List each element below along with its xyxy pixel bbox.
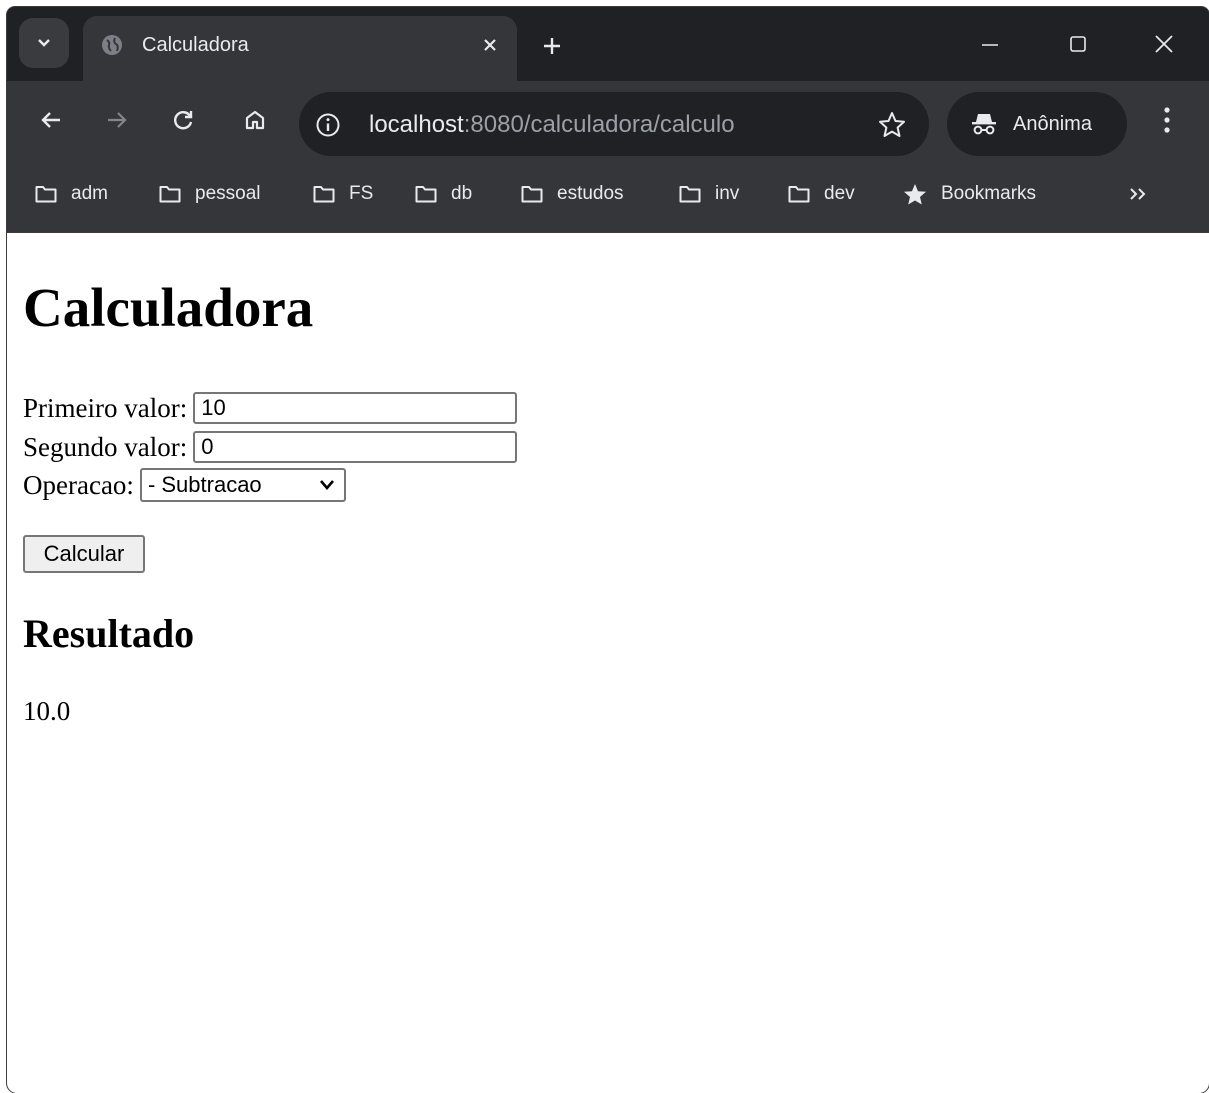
folder-icon [35,186,57,203]
bookmark-label: FS [349,183,374,204]
double-chevron-right-icon [1130,188,1146,200]
chevron-down-icon [38,39,50,47]
forward-button[interactable] [97,100,137,140]
page-content: Calculadora Primeiro valor: Segundo valo… [7,233,1209,1093]
bookmark-label: db [451,183,473,204]
browser-window: Calculadora localhost:8080/calculadora/c… [7,7,1209,1093]
globe-icon [102,35,122,55]
bookmarks-bar: adm pessoal FS db estudos inv dev Bookma… [7,159,1209,233]
reload-button[interactable] [163,100,203,140]
bookmark-folder-estudos[interactable]: estudos [521,181,624,207]
home-button[interactable] [235,100,275,140]
page-title: Calculadora [23,277,314,338]
maximize-button[interactable] [1055,27,1101,61]
bookmark-label: dev [824,183,855,204]
home-icon [245,110,265,130]
bookmark-folder-dev[interactable]: dev [788,181,855,207]
second-value-input[interactable] [193,431,518,463]
kebab-menu-icon [1164,107,1170,133]
folder-icon [159,186,181,203]
bookmark-label: inv [715,183,740,204]
incognito-profile-button[interactable]: Anônima [947,92,1127,156]
first-value-input[interactable] [193,392,518,424]
bookmark-folder-db[interactable]: db [415,181,472,207]
address-bar[interactable]: localhost:8080/calculadora/calculo [299,92,929,156]
bookmarks-overflow-button[interactable] [1125,181,1151,207]
first-value-row: Primeiro valor: [23,388,518,428]
bookmark-folder-pessoal[interactable]: pessoal [159,181,261,207]
operation-row: Operacao: - Subtracao [23,465,346,505]
back-button[interactable] [31,100,71,140]
folder-icon [679,186,701,203]
result-heading: Resultado [23,611,195,656]
operation-selected-value: - Subtracao [147,472,262,497]
close-icon [484,39,496,51]
first-value-label: Primeiro valor: [23,392,188,423]
incognito-icon [972,114,996,135]
star-icon [904,184,926,205]
arrow-right-icon [108,112,127,128]
new-tab-button[interactable] [537,31,567,61]
url-text: localhost:8080/calculadora/calculo [369,112,735,138]
calculate-button[interactable]: Calcular [23,535,145,573]
bookmark-label: Bookmarks [941,183,1037,204]
plus-icon [544,38,560,54]
bookmark-label: adm [71,183,108,204]
operation-label: Operacao: [23,469,134,500]
incognito-label: Anônima [1013,113,1092,135]
reload-icon [174,111,193,130]
active-tab[interactable]: Calculadora [83,16,517,81]
tab-search-button[interactable] [19,18,69,68]
minimize-button[interactable] [967,27,1013,61]
bookmark-label: pessoal [195,183,261,204]
second-value-row: Segundo valor: [23,427,518,467]
arrow-left-icon [41,112,60,128]
folder-icon [521,186,543,203]
window-close-button[interactable] [1141,27,1187,61]
bookmark-item-bookmarks[interactable]: Bookmarks [903,181,1036,207]
url-host: localhost [369,111,464,138]
folder-icon [788,186,810,203]
bookmark-label: estudos [557,183,624,204]
browser-toolbar: localhost:8080/calculadora/calculo Anôni… [7,81,1209,159]
info-icon[interactable] [315,112,341,138]
operation-select[interactable]: - Subtracao [139,468,346,502]
bookmark-folder-inv[interactable]: inv [679,181,739,207]
bookmark-folder-fs[interactable]: FS [313,181,373,207]
browser-menu-button[interactable] [1155,102,1179,138]
url-path: :8080/calculadora/calculo [463,111,735,138]
tab-close-button[interactable] [477,32,503,58]
tab-title: Calculadora [142,34,249,56]
second-value-label: Segundo valor: [23,431,188,462]
minimize-icon [982,44,998,46]
chevron-down-icon [319,480,334,490]
bookmark-star-icon[interactable] [877,110,907,140]
bookmark-folder-adm[interactable]: adm [35,181,108,207]
result-value: 10.0 [23,696,71,726]
maximize-icon [1070,36,1086,52]
folder-icon [313,186,335,203]
close-icon [1155,35,1173,53]
folder-icon [415,186,437,203]
tab-strip: Calculadora [7,7,1209,81]
